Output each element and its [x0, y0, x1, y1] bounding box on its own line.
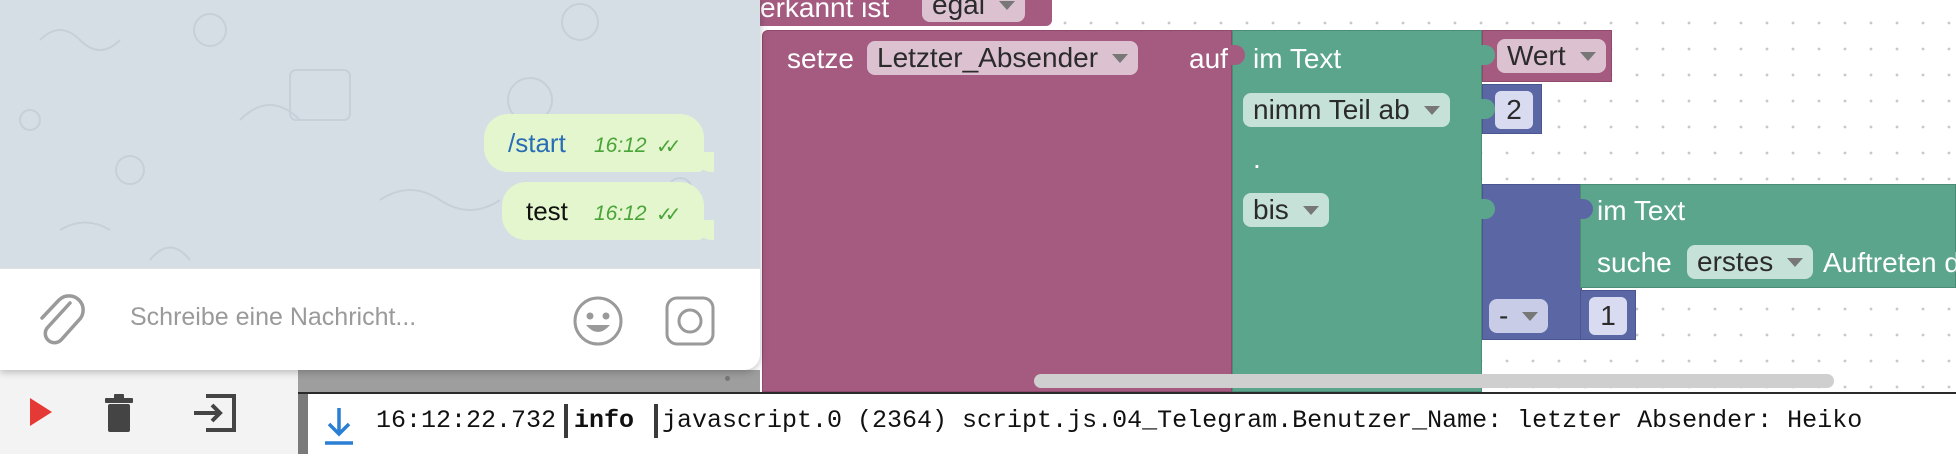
message-text[interactable]: /start	[508, 128, 566, 159]
search-rest-label: Auftreten d	[1823, 247, 1956, 278]
inner-in-text-label: im Text	[1597, 195, 1686, 226]
set-variable-block[interactable]: setze Letzter_Absender auf	[762, 30, 1232, 392]
log-level: info	[574, 404, 658, 438]
math-arithmetic-block[interactable]: -	[1481, 184, 1582, 340]
export-icon[interactable]	[192, 394, 238, 432]
number-block-2[interactable]: 2	[1481, 84, 1542, 134]
message-bubble[interactable]: test 16:12 ✓✓	[502, 182, 714, 240]
text-substring-block[interactable]: im Text nimm Teil ab . bis	[1231, 30, 1482, 392]
to-mode-dropdown[interactable]: bis	[1243, 193, 1329, 227]
event-block-top[interactable]: erkannt ist egal	[740, 0, 1052, 26]
paperclip-icon[interactable]	[36, 293, 86, 347]
message-input-placeholder: Schreibe eine Nachricht...	[130, 303, 417, 331]
event-dropdown[interactable]: egal	[922, 0, 1025, 22]
read-ticks-icon: ✓✓	[656, 204, 681, 226]
workspace-gutter	[298, 370, 760, 392]
log-sidebar	[298, 394, 308, 454]
play-icon[interactable]	[30, 398, 52, 426]
number-value[interactable]: 2	[1495, 91, 1533, 129]
log-message: javascript.0 (2364) script.js.04_Telegra…	[662, 406, 1863, 435]
search-mode-dropdown[interactable]: erstes	[1687, 245, 1814, 279]
workspace-scrollbar[interactable]	[1034, 374, 1834, 388]
message-text: test	[526, 196, 568, 226]
telegram-chat-window: /start 16:12 ✓✓ test 16:12 ✓✓ Schreibe e…	[0, 0, 760, 370]
smiley-icon[interactable]	[572, 295, 624, 347]
text-indexof-block[interactable]: im Text suche erstes Auftreten d	[1579, 184, 1956, 288]
set-to-label: auf	[1189, 43, 1228, 74]
message-input[interactable]: Schreibe eine Nachricht...	[130, 295, 550, 341]
wert-variable-block[interactable]: Wert	[1481, 30, 1612, 82]
input-connector	[1231, 45, 1245, 65]
dot-label: .	[1253, 143, 1261, 174]
wert-dropdown[interactable]: Wert	[1497, 39, 1606, 73]
camera-icon[interactable]	[664, 295, 716, 347]
trash-icon[interactable]	[102, 394, 136, 434]
message-time: 16:12	[594, 202, 647, 225]
set-label: setze	[787, 43, 854, 74]
message-time: 16:12	[594, 134, 647, 157]
number-value-1[interactable]: 1	[1589, 297, 1627, 335]
number-block-1[interactable]: 1	[1580, 290, 1636, 340]
substring-mode-dropdown[interactable]: nimm Teil ab	[1243, 93, 1450, 127]
in-text-label: im Text	[1253, 43, 1342, 74]
operator-dropdown[interactable]: -	[1489, 299, 1549, 333]
event-block-label: erkannt ist	[760, 0, 890, 23]
message-composer: Schreibe eine Nachricht...	[0, 268, 760, 370]
message-bubble[interactable]: /start 16:12 ✓✓	[484, 114, 714, 172]
search-label: suche	[1597, 247, 1672, 278]
download-icon[interactable]	[322, 406, 356, 446]
log-time: 16:12:22.732	[376, 404, 569, 438]
variable-dropdown[interactable]: Letzter_Absender	[867, 41, 1139, 75]
read-ticks-icon: ✓✓	[656, 136, 681, 158]
